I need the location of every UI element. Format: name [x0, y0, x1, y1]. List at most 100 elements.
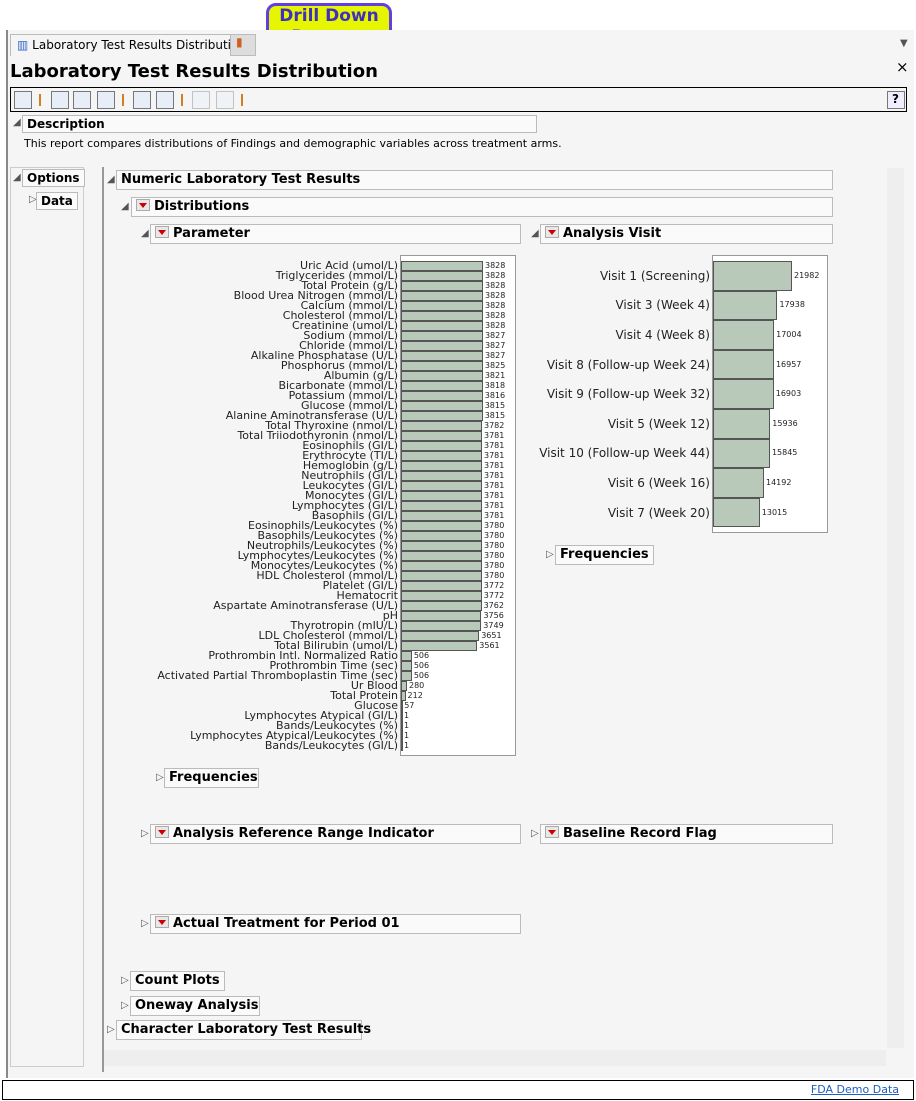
separator — [122, 94, 124, 106]
view-data-button[interactable] — [51, 91, 69, 109]
data-header[interactable]: Data — [36, 192, 78, 210]
baseline-flag-header[interactable]: Baseline Record Flag — [540, 824, 833, 844]
tab-chart[interactable]: ▮ — [230, 34, 256, 56]
category-label: Visit 6 (Week 16) — [607, 476, 710, 490]
subject-profile-button[interactable] — [73, 91, 91, 109]
treatment-header[interactable]: Actual Treatment for Period 01 — [150, 914, 521, 934]
chart-icon: ▥ — [17, 38, 29, 52]
expand-icon[interactable]: ▷ — [156, 772, 164, 783]
value-label: 3828 — [485, 261, 506, 270]
arri-header[interactable]: Analysis Reference Range Indicator — [150, 824, 521, 844]
value-label: 3762 — [483, 601, 504, 610]
value-label: 13015 — [761, 507, 788, 517]
value-label: 1 — [404, 741, 410, 750]
section-label: Analysis Visit — [563, 226, 662, 241]
bar — [401, 341, 483, 351]
value-label: 506 — [413, 671, 430, 680]
bar — [713, 468, 764, 498]
collapse-icon[interactable]: ◢ — [121, 201, 129, 212]
character-results-header[interactable]: Character Laboratory Test Results — [116, 1020, 371, 1040]
bar — [401, 711, 403, 721]
fda-demo-data-link[interactable]: FDA Demo Data — [811, 1083, 899, 1096]
count-plots-header[interactable]: Count Plots — [130, 971, 225, 991]
red-triangle-menu[interactable] — [155, 916, 169, 928]
parameter-header[interactable]: Parameter — [150, 224, 521, 244]
bar — [401, 401, 483, 411]
category-label: Visit 4 (Week 8) — [615, 328, 710, 342]
view-notes-button[interactable] — [156, 91, 174, 109]
bar — [401, 541, 482, 551]
value-label: 17938 — [779, 300, 805, 310]
value-label: 280 — [408, 681, 425, 690]
value-label: 1 — [404, 731, 410, 740]
bar — [401, 531, 482, 541]
value-label: 3772 — [483, 591, 505, 600]
frequencies-visit-header[interactable]: Frequencies — [555, 545, 654, 565]
bar — [401, 641, 478, 651]
value-label: 3561 — [479, 641, 500, 650]
value-label: 3749 — [483, 621, 504, 630]
close-button[interactable]: × — [896, 58, 909, 76]
collapse-icon[interactable]: ◢ — [13, 172, 21, 183]
bar — [401, 601, 482, 611]
expand-icon[interactable]: ▷ — [546, 549, 554, 560]
section-label: Parameter — [173, 226, 250, 241]
bar — [401, 431, 482, 441]
value-label: 506 — [413, 661, 430, 670]
category-label: Aspartate Aminotransferase (U/L) — [213, 599, 398, 612]
tab-label: Laboratory Test Results Distribution — [32, 38, 246, 52]
bar — [401, 701, 403, 711]
expand-icon[interactable]: ▷ — [141, 828, 149, 839]
expand-icon[interactable]: ▷ — [531, 828, 539, 839]
numeric-results-header[interactable]: Numeric Laboratory Test Results — [116, 170, 833, 190]
red-triangle-menu[interactable] — [155, 826, 169, 838]
red-triangle-menu[interactable] — [136, 199, 150, 211]
bar — [401, 731, 403, 741]
oneway-header[interactable]: Oneway Analysis — [130, 996, 260, 1016]
value-label: 15936 — [772, 418, 798, 428]
expand-icon[interactable]: ▷ — [121, 975, 129, 986]
options-header[interactable]: Options — [22, 169, 85, 187]
red-triangle-menu[interactable] — [155, 226, 169, 238]
frequencies-parameter-header[interactable]: Frequencies — [164, 768, 259, 788]
value-label: 3780 — [483, 561, 505, 570]
tab-lab-results[interactable]: ▥ Laboratory Test Results Distribution — [10, 34, 253, 56]
collapse-icon[interactable]: ◢ — [107, 174, 115, 185]
bar — [401, 671, 412, 681]
export-report-button[interactable] — [14, 91, 32, 109]
value-label: 3781 — [483, 491, 505, 500]
add-note-button[interactable] — [133, 91, 151, 109]
bar — [401, 281, 483, 291]
drill-down-plot-button[interactable] — [216, 91, 234, 109]
help-icon: ? — [892, 92, 899, 106]
category-label: Visit 1 (Screening) — [599, 268, 710, 283]
help-button[interactable]: ? — [887, 91, 905, 109]
bar — [401, 721, 403, 731]
drill-down-filter-button[interactable] — [192, 91, 210, 109]
bar — [401, 491, 482, 501]
category-label: Visit 9 (Follow-up Week 32) — [546, 387, 710, 402]
horizontal-scrollbar[interactable] — [104, 1050, 886, 1066]
bar — [401, 261, 483, 271]
analysis-visit-header[interactable]: Analysis Visit — [540, 224, 833, 244]
tab-menu-icon[interactable]: ▼ — [900, 38, 908, 49]
collapse-icon[interactable]: ◢ — [531, 228, 539, 239]
expand-icon[interactable]: ▷ — [141, 918, 149, 929]
category-label: Visit 8 (Follow-up Week 24) — [546, 357, 710, 372]
value-label: 3780 — [483, 541, 505, 550]
new-report-button[interactable] — [97, 91, 115, 109]
expand-icon[interactable]: ▷ — [107, 1024, 115, 1035]
value-label: 3828 — [485, 311, 506, 320]
description-header[interactable]: Description — [22, 115, 537, 133]
value-label: 3780 — [483, 551, 505, 560]
red-triangle-menu[interactable] — [545, 226, 559, 238]
value-label: 16957 — [775, 359, 802, 369]
bar — [713, 349, 774, 380]
distributions-header[interactable]: Distributions — [131, 197, 833, 217]
collapse-icon[interactable]: ◢ — [13, 117, 21, 128]
expand-icon[interactable]: ▷ — [121, 1000, 129, 1011]
collapse-icon[interactable]: ◢ — [141, 228, 149, 239]
vertical-scrollbar[interactable] — [887, 168, 904, 1048]
red-triangle-menu[interactable] — [545, 826, 559, 838]
value-label: 3780 — [483, 521, 505, 530]
